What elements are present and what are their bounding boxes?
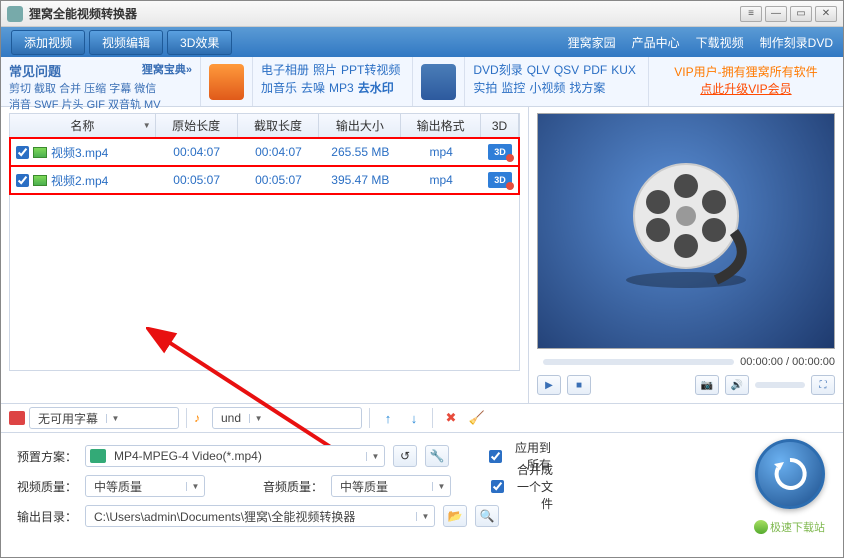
3d-badge[interactable]: 3D (488, 172, 512, 188)
file-list-panel: 名称▼ 原始长度 截取长度 输出大小 输出格式 3D 视频3.mp4 00:04… (1, 107, 529, 403)
mp4-icon (90, 449, 106, 463)
titlebar: 狸窝全能视频转换器 ≡ — ▭ ✕ (1, 1, 843, 27)
play-button[interactable]: ▶ (537, 375, 561, 395)
add-video-button[interactable]: 添加视频 (11, 30, 85, 55)
nav-products[interactable]: 产品中心 (632, 34, 680, 51)
3d-effect-button[interactable]: 3D效果 (167, 30, 232, 55)
audio-track-select[interactable]: und▼ (212, 407, 362, 429)
preset-label: 预置方案： (15, 448, 77, 465)
preset-clear-button[interactable]: ↺ (393, 445, 417, 467)
open-folder-button[interactable]: 📂 (443, 505, 467, 527)
video-quality-label: 视频质量： (15, 478, 77, 495)
audio-quality-label: 音频质量： (261, 478, 323, 495)
convert-button[interactable] (755, 439, 825, 509)
video-edit-button[interactable]: 视频编辑 (89, 30, 163, 55)
move-down-button[interactable]: ↓ (403, 408, 425, 428)
action-bar: 无可用字幕▼ ♪ und▼ ↑ ↓ ✖ 🧹 (1, 403, 843, 433)
audio-quality-select[interactable]: 中等质量▼ (331, 475, 451, 497)
minimize-button[interactable]: — (765, 6, 787, 22)
col-3d[interactable]: 3D (481, 114, 519, 137)
table-row[interactable]: 视频3.mp4 00:04:07 00:04:07 265.55 MB mp4 … (10, 138, 519, 166)
nav-download[interactable]: 下载视频 (696, 34, 744, 51)
dvd-icon-section[interactable] (413, 57, 465, 106)
col-name[interactable]: 名称▼ (10, 114, 156, 137)
faq-title: 常见问题 (9, 61, 61, 80)
merge-checkbox[interactable]: 合并成一个文件 (491, 461, 553, 512)
volume-slider[interactable] (755, 382, 805, 388)
preset-settings-button[interactable]: 🔧 (425, 445, 449, 467)
preview-screen[interactable] (537, 113, 835, 349)
watermark: 极速下载站 (754, 519, 825, 535)
subtitle-icon (9, 411, 25, 425)
settings-panel: 预置方案： MP4-MPEG-4 Video(*.mp4)▼ ↺ 🔧 应用到所有… (1, 433, 843, 539)
video-quality-select[interactable]: 中等质量▼ (85, 475, 205, 497)
video-icon (33, 175, 47, 186)
seek-bar[interactable] (543, 359, 734, 365)
ppt-icon-section[interactable] (201, 57, 253, 106)
fullscreen-button[interactable]: ⛶ (811, 375, 835, 395)
vip-upgrade-link[interactable]: 点此升级VIP会员 (655, 80, 837, 97)
film-reel-icon (616, 152, 756, 292)
stop-button[interactable]: ■ (567, 375, 591, 395)
window-title: 狸窝全能视频转换器 (29, 5, 740, 22)
col-output-size[interactable]: 输出大小 (319, 114, 401, 137)
col-output-format[interactable]: 输出格式 (401, 114, 481, 137)
3d-badge[interactable]: 3D (488, 144, 512, 160)
snapshot-button[interactable]: 📷 (695, 375, 719, 395)
clear-button[interactable]: 🧹 (466, 408, 488, 428)
close-button[interactable]: ✕ (815, 6, 837, 22)
subtitle-select[interactable]: 无可用字幕▼ (29, 407, 179, 429)
preset-select[interactable]: MP4-MPEG-4 Video(*.mp4)▼ (85, 445, 385, 467)
output-dir-field[interactable]: C:\Users\admin\Documents\狸窝\全能视频转换器▼ (85, 505, 435, 527)
main-toolbar: 添加视频 视频编辑 3D效果 狸窝家园 产品中心 下载视频 制作刻录DVD (1, 27, 843, 57)
row-checkbox[interactable] (16, 174, 29, 187)
vip-text: VIP用户-拥有狸窝所有软件 (655, 63, 837, 80)
album-links: 电子相册照片PPT转视频 加音乐去噪MP3去水印 (253, 57, 413, 106)
nav-home[interactable]: 狸窝家园 (568, 34, 616, 51)
volume-button[interactable]: 🔊 (725, 375, 749, 395)
nav-burn[interactable]: 制作刻录DVD (760, 34, 833, 51)
preview-panel: 00:00:00 / 00:00:00 ▶ ■ 📷 🔊 ⛶ (529, 107, 843, 403)
dvd-links: DVD刻录QLVQSVPDFKUX 实拍监控小视频找方案 (465, 57, 649, 106)
table-row[interactable]: 视频2.mp4 00:05:07 00:05:07 395.47 MB mp4 … (10, 166, 519, 194)
remove-button[interactable]: ✖ (440, 408, 462, 428)
ribbon: 常见问题 狸窝宝典» 剪切 截取 合并 压缩 字幕 微信 消音 SWF 片头 G… (1, 57, 843, 107)
app-icon (7, 6, 23, 22)
browse-button[interactable]: 🔍 (475, 505, 499, 527)
vip-section: VIP用户-拥有狸窝所有软件 点此升级VIP会员 (649, 57, 843, 106)
faq-section: 常见问题 狸窝宝典» 剪切 截取 合并 压缩 字幕 微信 消音 SWF 片头 G… (1, 57, 201, 106)
col-crop-length[interactable]: 截取长度 (238, 114, 320, 137)
move-up-button[interactable]: ↑ (377, 408, 399, 428)
output-dir-label: 输出目录： (15, 508, 77, 525)
col-orig-length[interactable]: 原始长度 (156, 114, 238, 137)
table-header: 名称▼ 原始长度 截取长度 输出大小 输出格式 3D (10, 114, 519, 138)
row-checkbox[interactable] (16, 146, 29, 159)
faq-line1[interactable]: 剪切 截取 合并 压缩 字幕 微信 (9, 82, 192, 96)
maximize-button[interactable]: ▭ (790, 6, 812, 22)
options-button[interactable]: ≡ (740, 6, 762, 22)
video-icon (33, 147, 47, 158)
faq-link[interactable]: 狸窝宝典» (142, 61, 192, 80)
